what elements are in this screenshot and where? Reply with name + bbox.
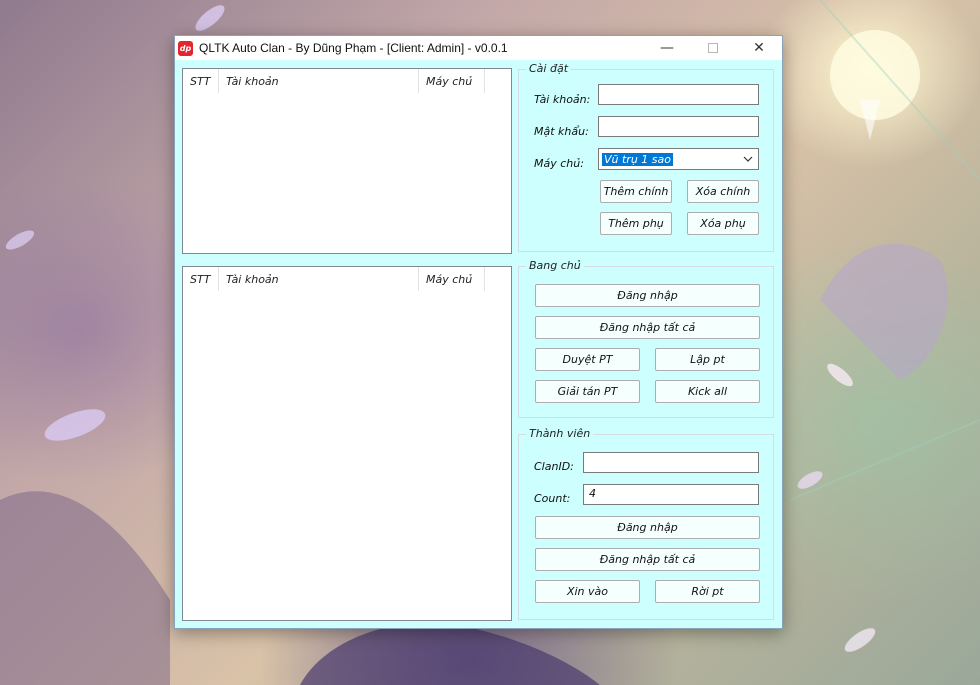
column-header-stt[interactable]: STT [183,267,219,291]
app-window: dp QLTK Auto Clan - By Dũng Phạm - [Clie… [174,35,783,629]
list-header: STT Tài khoản Máy chủ [183,267,511,291]
disband-party-button[interactable]: Giải tán PT [535,380,640,403]
request-join-button[interactable]: Xin vào [535,580,640,603]
column-header-account[interactable]: Tài khoản [219,267,419,291]
count-input[interactable]: 4 [583,484,759,505]
leader-login-button[interactable]: Đăng nhập [535,284,760,307]
approve-party-button[interactable]: Duyệt PT [535,348,640,371]
kick-all-button[interactable]: Kick all [655,380,760,403]
column-header-account[interactable]: Tài khoản [219,69,419,93]
server-label: Máy chủ: [534,157,584,170]
password-label: Mật khẩu: [534,125,589,138]
member-login-button[interactable]: Đăng nhập [535,516,760,539]
close-button[interactable]: ✕ [736,36,782,60]
column-header-stt[interactable]: STT [183,69,219,93]
minimize-icon: — [660,40,674,56]
column-header-server[interactable]: Máy chủ [419,69,485,93]
chevron-down-icon [743,156,753,162]
clanid-label: ClanID: [534,460,574,473]
list-header: STT Tài khoản Máy chủ [183,69,511,93]
group-title: Bang chủ [526,259,584,272]
add-main-button[interactable]: Thêm chính [600,180,672,203]
close-icon: ✕ [753,40,765,56]
minimize-button[interactable]: — [644,36,690,60]
group-title: Cài đặt [526,62,572,75]
server-selected-value: Vũ trụ 1 sao [602,152,673,166]
title-bar[interactable]: dp QLTK Auto Clan - By Dũng Phạm - [Clie… [175,36,782,60]
app-logo-icon: dp [178,40,193,56]
client-area: STT Tài khoản Máy chủ STT Tài khoản Máy … [175,60,782,628]
column-header-server[interactable]: Máy chủ [419,267,485,291]
account-input[interactable] [598,84,759,105]
account-label: Tài khoản: [534,93,591,106]
create-party-button[interactable]: Lập pt [655,348,760,371]
main-accounts-list[interactable]: STT Tài khoản Máy chủ [182,68,512,254]
leader-login-all-button[interactable]: Đăng nhập tất cả [535,316,760,339]
member-login-all-button[interactable]: Đăng nhập tất cả [535,548,760,571]
group-title: Thành viên [526,427,594,440]
delete-sub-button[interactable]: Xóa phụ [687,212,759,235]
server-select[interactable]: Vũ trụ 1 sao [598,148,759,170]
settings-group: Cài đặt Tài khoản: Mật khẩu: Máy chủ: Vũ… [518,62,774,252]
add-sub-button[interactable]: Thêm phụ [600,212,672,235]
maximize-button[interactable] [690,36,736,60]
password-input[interactable] [598,116,759,137]
member-group: Thành viên ClanID: Count: 4 Đăng nhập Đă… [518,427,774,620]
sub-accounts-list[interactable]: STT Tài khoản Máy chủ [182,266,512,621]
leave-party-button[interactable]: Rời pt [655,580,760,603]
window-title: QLTK Auto Clan - By Dũng Phạm - [Client:… [199,41,508,55]
maximize-icon [708,43,718,53]
delete-main-button[interactable]: Xóa chính [687,180,759,203]
count-label: Count: [534,492,571,505]
clanid-input[interactable] [583,452,759,473]
leader-group: Bang chủ Đăng nhập Đăng nhập tất cả Duyệ… [518,259,774,418]
